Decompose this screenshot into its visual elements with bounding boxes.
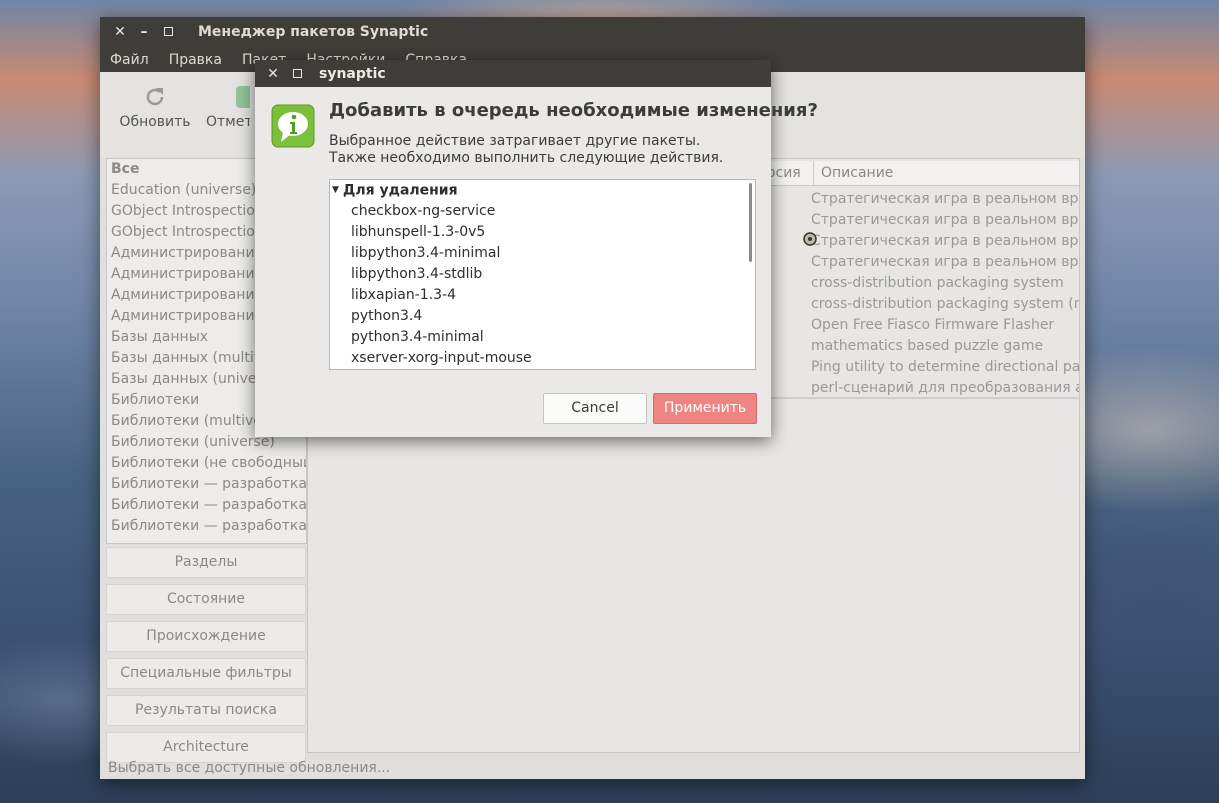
dialog-close-icon[interactable]: ✕ xyxy=(261,66,285,82)
maximize-window-icon[interactable] xyxy=(156,24,180,40)
scrollbar-thumb[interactable] xyxy=(749,183,752,262)
package-description[interactable]: Open Free Fiasco Firmware Flasher xyxy=(811,315,1079,336)
apply-button[interactable]: Применить xyxy=(653,393,757,424)
package-description[interactable]: mathematics based puzzle game xyxy=(811,336,1079,357)
removal-package[interactable]: libxapian-1.3-4 xyxy=(330,285,755,306)
menu-edit[interactable]: Правка xyxy=(159,52,232,68)
close-window-icon[interactable]: ✕ xyxy=(108,24,132,40)
dialog-titlebar: ✕ synaptic xyxy=(255,60,771,87)
removal-package[interactable]: xserver-xorg-input-mouse xyxy=(330,348,755,369)
package-description[interactable]: perl-сценарий для преобразования ад xyxy=(811,378,1079,399)
status-bar: Выбрать все доступные обновления... xyxy=(108,760,391,776)
dialog-heading: Добавить в очередь необходимые изменения… xyxy=(329,100,818,121)
busy-cursor-icon xyxy=(802,231,818,251)
removal-package[interactable]: python3.4-minimal xyxy=(330,327,755,348)
reload-label: Обновить xyxy=(119,114,191,130)
custom-filters-button[interactable]: Специальные фильтры xyxy=(106,658,306,689)
sections-button[interactable]: Разделы xyxy=(106,547,306,578)
package-description[interactable]: Стратегическая игра в реальном время xyxy=(811,189,1079,210)
origin-button[interactable]: Происхождение xyxy=(106,621,306,652)
column-description[interactable]: Описание xyxy=(814,161,893,185)
removal-group[interactable]: ▼ Для удаления xyxy=(330,180,755,201)
mark-upgrades-button[interactable]: Отмети xyxy=(202,82,250,142)
package-description[interactable]: Стратегическая игра в реальном время xyxy=(811,231,1079,252)
category-item[interactable]: Библиотеки — разработка ( xyxy=(107,495,306,516)
main-titlebar: ✕ – Менеджер пакетов Synaptic xyxy=(100,17,1085,47)
package-description[interactable]: Ping utility to determine directional pa… xyxy=(811,357,1079,378)
package-description[interactable]: Стратегическая игра в реальном время xyxy=(811,210,1079,231)
menu-file[interactable]: Файл xyxy=(100,52,159,68)
package-description[interactable]: cross-distribution packaging system (no xyxy=(811,294,1079,315)
pane-divider[interactable] xyxy=(752,397,1079,399)
cancel-button[interactable]: Cancel xyxy=(543,393,647,424)
info-icon xyxy=(271,104,315,148)
removal-package[interactable]: python3.4 xyxy=(330,306,755,327)
removal-group-label: Для удаления xyxy=(342,182,458,199)
filter-buttons: Разделы Состояние Происхождение Специаль… xyxy=(106,547,306,769)
package-list-header: ерсия Описание xyxy=(752,161,1079,186)
dialog-message: Выбранное действие затрагивает другие па… xyxy=(329,133,724,166)
category-item[interactable]: Библиотеки — разработка xyxy=(107,474,306,495)
reload-icon xyxy=(110,82,200,112)
category-item[interactable]: Библиотеки (не свободный xyxy=(107,453,306,474)
expander-triangle-icon[interactable]: ▼ xyxy=(332,180,339,201)
removal-package[interactable]: libhunspell-1.3-0v5 xyxy=(330,222,755,243)
removal-package[interactable]: libpython3.4-stdlib xyxy=(330,264,755,285)
package-rows: Стратегическая игра в реальном время Стр… xyxy=(811,189,1079,399)
removal-package[interactable]: libpython3.4-minimal xyxy=(330,243,755,264)
main-window-title: Менеджер пакетов Synaptic xyxy=(198,24,429,40)
minimize-window-icon[interactable]: – xyxy=(132,24,156,40)
search-results-button[interactable]: Результаты поиска xyxy=(106,695,306,726)
confirm-changes-dialog: ✕ synaptic Добавить в очередь необходимы… xyxy=(255,60,818,437)
mark-upgrades-icon xyxy=(202,82,250,112)
category-item[interactable]: Библиотеки — разработка ( xyxy=(107,516,306,537)
package-description[interactable]: Стратегическая игра в реальном время xyxy=(811,252,1079,273)
status-button[interactable]: Состояние xyxy=(106,584,306,615)
dialog-title: synaptic xyxy=(319,65,386,82)
removal-package[interactable]: checkbox-ng-service xyxy=(330,201,755,222)
package-description[interactable]: cross-distribution packaging system xyxy=(811,273,1079,294)
changes-list[interactable]: ▼ Для удаления checkbox-ng-service libhun… xyxy=(329,179,756,370)
reload-button[interactable]: Обновить xyxy=(110,82,200,142)
mark-upgrades-label: Отмети xyxy=(206,114,250,130)
dialog-maximize-icon[interactable] xyxy=(285,66,309,82)
